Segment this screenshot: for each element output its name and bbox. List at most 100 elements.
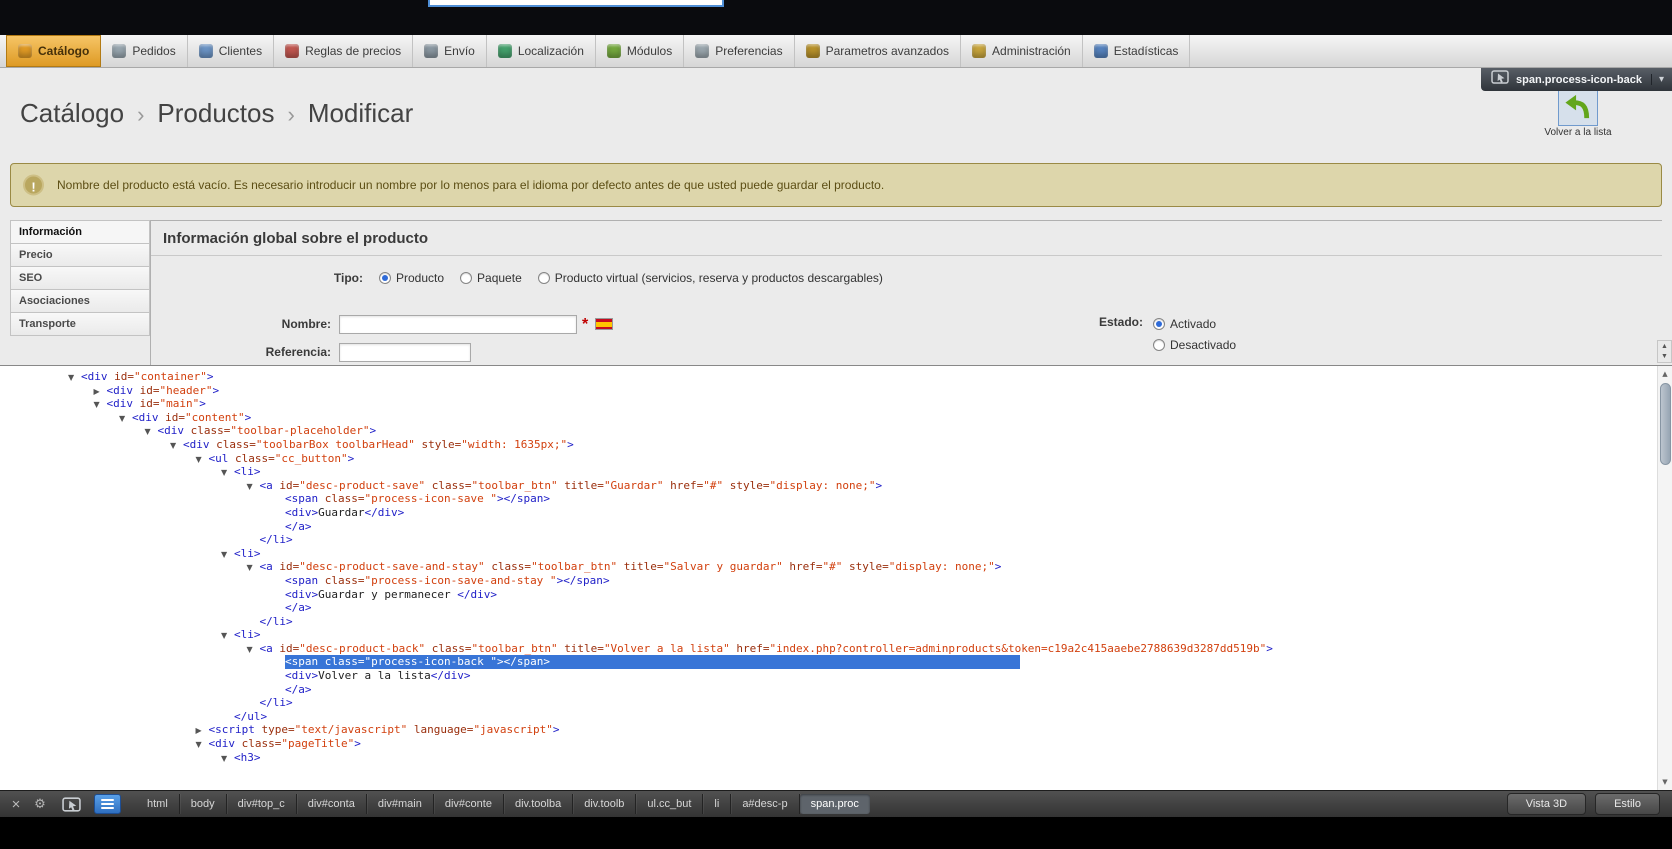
- firebug-scrollbar[interactable]: ▲ ▼: [1657, 366, 1672, 790]
- dom-node-code[interactable]: <div id="header">: [107, 384, 220, 397]
- search-input[interactable]: [428, 0, 724, 7]
- tab-reglas-de-precios[interactable]: Reglas de precios: [274, 35, 414, 67]
- dom-node-code[interactable]: </ul>: [234, 710, 267, 723]
- dom-node-code[interactable]: <script type="text/javascript" language=…: [209, 723, 560, 736]
- radio-selected[interactable]: [379, 272, 391, 284]
- tab-parametros-avanzados[interactable]: Parametros avanzados: [795, 35, 962, 67]
- inspect-element-icon[interactable]: [56, 795, 87, 814]
- scroll-up-arrow[interactable]: ▲: [1658, 367, 1672, 381]
- dom-tree-node[interactable]: ▼ <li>: [0, 465, 1672, 479]
- dom-tree-node[interactable]: </li>: [0, 615, 1672, 629]
- dom-tree-node[interactable]: <span class="process-icon-save "></span>: [0, 492, 1672, 506]
- tab-modulos[interactable]: Módulos: [596, 35, 685, 67]
- twisty-open-icon[interactable]: ▼: [145, 425, 158, 439]
- spanish-flag-icon[interactable]: [595, 318, 614, 331]
- dom-tree-node[interactable]: ▼ <li>: [0, 547, 1672, 561]
- dom-node-code[interactable]: <span class="process-icon-save-and-stay …: [285, 574, 610, 587]
- dom-tree-node[interactable]: ▼ <div class="toolbar-placeholder">: [0, 424, 1672, 438]
- twisty-open-icon[interactable]: ▼: [170, 439, 183, 453]
- dom-tree-node[interactable]: </li>: [0, 696, 1672, 710]
- dom-node-code[interactable]: </a>: [285, 683, 312, 696]
- dom-tree-node[interactable]: ▼ <li>: [0, 628, 1672, 642]
- dom-tree-node[interactable]: </a>: [0, 683, 1672, 697]
- radio-unselected[interactable]: [460, 272, 473, 284]
- product-tab-seo[interactable]: SEO: [10, 266, 150, 290]
- dom-path-div-top-c[interactable]: div#top_c: [227, 794, 297, 814]
- back-to-list-button[interactable]: Volver a la lista: [1520, 89, 1636, 138]
- referencia-input[interactable]: [339, 343, 471, 362]
- dom-tree-node[interactable]: ▼ <h3>: [0, 751, 1672, 765]
- dom-tree-node[interactable]: <div>Guardar y permanecer </div>: [0, 588, 1672, 602]
- vista-3d-button[interactable]: Vista 3D: [1506, 793, 1587, 815]
- dom-node-code[interactable]: <div class="pageTitle">: [209, 737, 361, 750]
- gear-icon[interactable]: ⚙: [31, 797, 49, 812]
- dom-tree-node[interactable]: <span class="process-icon-save-and-stay …: [0, 574, 1672, 588]
- dom-tree-node[interactable]: ▶ <script type="text/javascript" language…: [0, 723, 1672, 737]
- dom-tree-node[interactable]: <div>Guardar</div>: [0, 506, 1672, 520]
- dom-node-code[interactable]: <a id="desc-product-save-and-stay" class…: [260, 560, 1002, 573]
- twisty-open-icon[interactable]: ▼: [196, 738, 209, 752]
- twisty-open-icon[interactable]: ▼: [68, 371, 81, 385]
- dom-node-code[interactable]: <ul class="cc_button">: [209, 452, 355, 465]
- twisty-open-icon[interactable]: ▼: [221, 466, 234, 480]
- dom-path-div-conta[interactable]: div#conta: [297, 794, 367, 814]
- dom-path-div-toolba[interactable]: div.toolba: [504, 794, 574, 814]
- dom-node-code[interactable]: <div id="main">: [107, 397, 206, 410]
- scroll-up-arrow[interactable]: ▲: [1661, 343, 1668, 350]
- dom-node-code[interactable]: <div>Guardar y permanecer </div>: [285, 588, 497, 601]
- dom-node-code[interactable]: <div id="container">: [81, 370, 213, 383]
- dom-node-code[interactable]: <div>Guardar</div>: [285, 506, 404, 519]
- dom-path-div-conte[interactable]: div#conte: [434, 794, 504, 814]
- dom-node-code[interactable]: <div class="toolbarBox toolbarHead" styl…: [183, 438, 574, 451]
- estado-option-desactivado[interactable]: Desactivado: [1153, 336, 1236, 354]
- twisty-open-icon[interactable]: ▼: [247, 480, 260, 494]
- dom-node-code[interactable]: <div>Volver a la lista</div>: [285, 669, 470, 682]
- dom-node-code[interactable]: <h3>: [234, 751, 261, 764]
- tab-catalogo[interactable]: Catálogo: [6, 35, 102, 67]
- estilo-button[interactable]: Estilo: [1595, 793, 1660, 815]
- tipo-option-producto[interactable]: Producto: [379, 269, 444, 286]
- twisty-open-icon[interactable]: ▼: [196, 453, 209, 467]
- dom-tree-node[interactable]: </li>: [0, 533, 1672, 547]
- dom-node-code[interactable]: </a>: [285, 520, 312, 533]
- dom-path-div-main[interactable]: div#main: [367, 794, 434, 814]
- dom-node-code[interactable]: <li>: [234, 547, 261, 560]
- estado-option-activado[interactable]: Activado: [1153, 315, 1236, 333]
- tab-estadisticas[interactable]: Estadísticas: [1083, 35, 1191, 67]
- dom-tree-node[interactable]: </ul>: [0, 710, 1672, 724]
- dom-tree-node[interactable]: ▼ <a id="desc-product-save-and-stay" clas…: [0, 560, 1672, 574]
- breadcrumb-catalogo[interactable]: Catálogo: [20, 98, 124, 128]
- dom-path-li[interactable]: li: [703, 794, 732, 814]
- tab-preferencias[interactable]: Preferencias: [684, 35, 795, 67]
- dom-tree-node[interactable]: <div>Volver a la lista</div>: [0, 669, 1672, 683]
- twisty-open-icon[interactable]: ▼: [221, 629, 234, 643]
- dom-tree-node[interactable]: ▼ <div class="pageTitle">: [0, 737, 1672, 751]
- twisty-closed-icon[interactable]: ▶: [196, 724, 209, 738]
- dom-tree-node[interactable]: ▶ <div id="header">: [0, 384, 1672, 398]
- scroll-down-arrow[interactable]: ▼: [1661, 353, 1668, 360]
- dom-node-code[interactable]: <a id="desc-product-back" class="toolbar…: [260, 642, 1273, 655]
- tab-administracion[interactable]: Administración: [961, 35, 1083, 67]
- dom-tree-node[interactable]: </a>: [0, 520, 1672, 534]
- twisty-closed-icon[interactable]: ▶: [94, 385, 107, 399]
- dom-node-code[interactable]: </li>: [260, 533, 293, 546]
- product-tab-precio[interactable]: Precio: [10, 243, 150, 267]
- page-scrollbar[interactable]: ▲ ▼: [1657, 340, 1672, 363]
- product-tab-asociaciones[interactable]: Asociaciones: [10, 289, 150, 313]
- dom-path-div-toolb[interactable]: div.toolb: [573, 794, 637, 814]
- product-tab-informacion[interactable]: Información: [10, 220, 150, 244]
- dom-node-code[interactable]: <div id="content">: [132, 411, 251, 424]
- breadcrumb-modificar[interactable]: Modificar: [308, 98, 413, 128]
- product-tab-transporte[interactable]: Transporte: [10, 312, 150, 336]
- dom-tree-node[interactable]: ▼ <div id="content">: [0, 411, 1672, 425]
- dom-tree-node[interactable]: ▼ <div id="container">: [0, 370, 1672, 384]
- inspector-element-chip[interactable]: span.process-icon-back ▾: [1481, 68, 1672, 91]
- dom-path-a-desc-p[interactable]: a#desc-p: [731, 794, 800, 814]
- dom-tree-node[interactable]: ▼ <ul class="cc_button">: [0, 452, 1672, 466]
- dom-tree-node[interactable]: ▼ <div class="toolbarBox toolbarHead" sty…: [0, 438, 1672, 452]
- twisty-open-icon[interactable]: ▼: [247, 643, 260, 657]
- radio-unselected[interactable]: [537, 272, 550, 284]
- dom-path-html[interactable]: html: [136, 794, 180, 814]
- nombre-input[interactable]: [339, 315, 577, 334]
- dom-path-body[interactable]: body: [180, 794, 227, 814]
